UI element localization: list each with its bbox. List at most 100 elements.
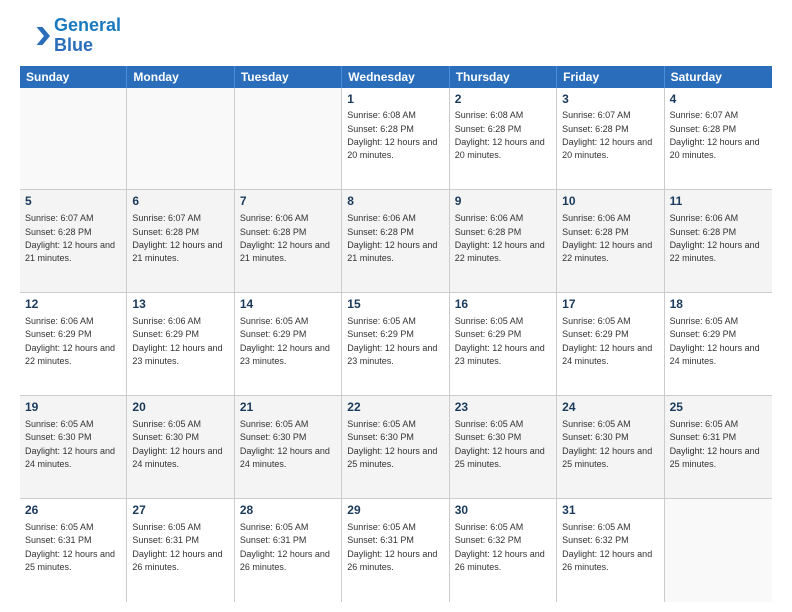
day-number: 19 [25, 399, 121, 416]
cell-info: Sunrise: 6:05 AMSunset: 6:29 PMDaylight:… [455, 316, 545, 366]
calendar-cell: 30 Sunrise: 6:05 AMSunset: 6:32 PMDaylig… [450, 499, 557, 602]
cell-info: Sunrise: 6:05 AMSunset: 6:32 PMDaylight:… [455, 522, 545, 572]
calendar-cell: 11 Sunrise: 6:06 AMSunset: 6:28 PMDaylig… [665, 190, 772, 292]
weekday-header: Saturday [665, 66, 772, 88]
day-number: 6 [132, 193, 228, 210]
calendar-cell: 2 Sunrise: 6:08 AMSunset: 6:28 PMDayligh… [450, 88, 557, 190]
calendar-body: 1 Sunrise: 6:08 AMSunset: 6:28 PMDayligh… [20, 88, 772, 602]
logo-text: General Blue [54, 16, 121, 56]
cell-info: Sunrise: 6:06 AMSunset: 6:28 PMDaylight:… [240, 213, 330, 263]
weekday-header: Tuesday [235, 66, 342, 88]
cell-info: Sunrise: 6:05 AMSunset: 6:31 PMDaylight:… [347, 522, 437, 572]
cell-info: Sunrise: 6:07 AMSunset: 6:28 PMDaylight:… [562, 110, 652, 160]
day-number: 15 [347, 296, 443, 313]
day-number: 9 [455, 193, 551, 210]
day-number: 1 [347, 91, 443, 108]
calendar-cell: 9 Sunrise: 6:06 AMSunset: 6:28 PMDayligh… [450, 190, 557, 292]
cell-info: Sunrise: 6:08 AMSunset: 6:28 PMDaylight:… [347, 110, 437, 160]
calendar-cell: 3 Sunrise: 6:07 AMSunset: 6:28 PMDayligh… [557, 88, 664, 190]
day-number: 27 [132, 502, 228, 519]
cell-info: Sunrise: 6:05 AMSunset: 6:30 PMDaylight:… [455, 419, 545, 469]
cell-info: Sunrise: 6:06 AMSunset: 6:28 PMDaylight:… [562, 213, 652, 263]
calendar-cell: 26 Sunrise: 6:05 AMSunset: 6:31 PMDaylig… [20, 499, 127, 602]
day-number: 10 [562, 193, 658, 210]
cell-info: Sunrise: 6:07 AMSunset: 6:28 PMDaylight:… [25, 213, 115, 263]
day-number: 23 [455, 399, 551, 416]
calendar-cell: 21 Sunrise: 6:05 AMSunset: 6:30 PMDaylig… [235, 396, 342, 498]
calendar-cell: 23 Sunrise: 6:05 AMSunset: 6:30 PMDaylig… [450, 396, 557, 498]
cell-info: Sunrise: 6:06 AMSunset: 6:29 PMDaylight:… [132, 316, 222, 366]
cell-info: Sunrise: 6:05 AMSunset: 6:29 PMDaylight:… [562, 316, 652, 366]
cell-info: Sunrise: 6:06 AMSunset: 6:28 PMDaylight:… [670, 213, 760, 263]
calendar-cell: 7 Sunrise: 6:06 AMSunset: 6:28 PMDayligh… [235, 190, 342, 292]
day-number: 2 [455, 91, 551, 108]
logo-icon [20, 21, 50, 51]
day-number: 29 [347, 502, 443, 519]
day-number: 30 [455, 502, 551, 519]
cell-info: Sunrise: 6:05 AMSunset: 6:31 PMDaylight:… [240, 522, 330, 572]
weekday-header: Sunday [20, 66, 127, 88]
day-number: 18 [670, 296, 767, 313]
calendar-cell: 13 Sunrise: 6:06 AMSunset: 6:29 PMDaylig… [127, 293, 234, 395]
cell-info: Sunrise: 6:05 AMSunset: 6:30 PMDaylight:… [240, 419, 330, 469]
calendar: SundayMondayTuesdayWednesdayThursdayFrid… [20, 66, 772, 602]
calendar-cell: 1 Sunrise: 6:08 AMSunset: 6:28 PMDayligh… [342, 88, 449, 190]
day-number: 22 [347, 399, 443, 416]
day-number: 21 [240, 399, 336, 416]
day-number: 16 [455, 296, 551, 313]
calendar-cell [127, 88, 234, 190]
cell-info: Sunrise: 6:05 AMSunset: 6:31 PMDaylight:… [132, 522, 222, 572]
calendar-cell: 20 Sunrise: 6:05 AMSunset: 6:30 PMDaylig… [127, 396, 234, 498]
cell-info: Sunrise: 6:07 AMSunset: 6:28 PMDaylight:… [670, 110, 760, 160]
day-number: 31 [562, 502, 658, 519]
calendar-row: 19 Sunrise: 6:05 AMSunset: 6:30 PMDaylig… [20, 396, 772, 499]
calendar-cell: 19 Sunrise: 6:05 AMSunset: 6:30 PMDaylig… [20, 396, 127, 498]
day-number: 26 [25, 502, 121, 519]
cell-info: Sunrise: 6:05 AMSunset: 6:30 PMDaylight:… [25, 419, 115, 469]
cell-info: Sunrise: 6:06 AMSunset: 6:28 PMDaylight:… [455, 213, 545, 263]
day-number: 14 [240, 296, 336, 313]
day-number: 5 [25, 193, 121, 210]
day-number: 8 [347, 193, 443, 210]
calendar-cell [665, 499, 772, 602]
calendar-header: SundayMondayTuesdayWednesdayThursdayFrid… [20, 66, 772, 88]
calendar-row: 5 Sunrise: 6:07 AMSunset: 6:28 PMDayligh… [20, 190, 772, 293]
calendar-cell: 5 Sunrise: 6:07 AMSunset: 6:28 PMDayligh… [20, 190, 127, 292]
calendar-cell: 17 Sunrise: 6:05 AMSunset: 6:29 PMDaylig… [557, 293, 664, 395]
cell-info: Sunrise: 6:05 AMSunset: 6:32 PMDaylight:… [562, 522, 652, 572]
calendar-cell: 31 Sunrise: 6:05 AMSunset: 6:32 PMDaylig… [557, 499, 664, 602]
calendar-cell: 12 Sunrise: 6:06 AMSunset: 6:29 PMDaylig… [20, 293, 127, 395]
calendar-cell: 27 Sunrise: 6:05 AMSunset: 6:31 PMDaylig… [127, 499, 234, 602]
day-number: 4 [670, 91, 767, 108]
calendar-cell: 22 Sunrise: 6:05 AMSunset: 6:30 PMDaylig… [342, 396, 449, 498]
weekday-header: Wednesday [342, 66, 449, 88]
calendar-cell: 28 Sunrise: 6:05 AMSunset: 6:31 PMDaylig… [235, 499, 342, 602]
calendar-row: 12 Sunrise: 6:06 AMSunset: 6:29 PMDaylig… [20, 293, 772, 396]
calendar-cell [235, 88, 342, 190]
calendar-row: 1 Sunrise: 6:08 AMSunset: 6:28 PMDayligh… [20, 88, 772, 191]
header: General Blue [20, 16, 772, 56]
calendar-cell [20, 88, 127, 190]
day-number: 3 [562, 91, 658, 108]
day-number: 11 [670, 193, 767, 210]
calendar-cell: 10 Sunrise: 6:06 AMSunset: 6:28 PMDaylig… [557, 190, 664, 292]
day-number: 24 [562, 399, 658, 416]
calendar-cell: 15 Sunrise: 6:05 AMSunset: 6:29 PMDaylig… [342, 293, 449, 395]
day-number: 17 [562, 296, 658, 313]
weekday-header: Friday [557, 66, 664, 88]
logo: General Blue [20, 16, 121, 56]
day-number: 28 [240, 502, 336, 519]
cell-info: Sunrise: 6:05 AMSunset: 6:31 PMDaylight:… [670, 419, 760, 469]
day-number: 7 [240, 193, 336, 210]
calendar-cell: 29 Sunrise: 6:05 AMSunset: 6:31 PMDaylig… [342, 499, 449, 602]
calendar-row: 26 Sunrise: 6:05 AMSunset: 6:31 PMDaylig… [20, 499, 772, 602]
cell-info: Sunrise: 6:05 AMSunset: 6:30 PMDaylight:… [562, 419, 652, 469]
cell-info: Sunrise: 6:05 AMSunset: 6:31 PMDaylight:… [25, 522, 115, 572]
calendar-cell: 24 Sunrise: 6:05 AMSunset: 6:30 PMDaylig… [557, 396, 664, 498]
calendar-cell: 18 Sunrise: 6:05 AMSunset: 6:29 PMDaylig… [665, 293, 772, 395]
page: General Blue SundayMondayTuesdayWednesda… [0, 0, 792, 612]
day-number: 25 [670, 399, 767, 416]
calendar-cell: 8 Sunrise: 6:06 AMSunset: 6:28 PMDayligh… [342, 190, 449, 292]
calendar-cell: 14 Sunrise: 6:05 AMSunset: 6:29 PMDaylig… [235, 293, 342, 395]
day-number: 12 [25, 296, 121, 313]
